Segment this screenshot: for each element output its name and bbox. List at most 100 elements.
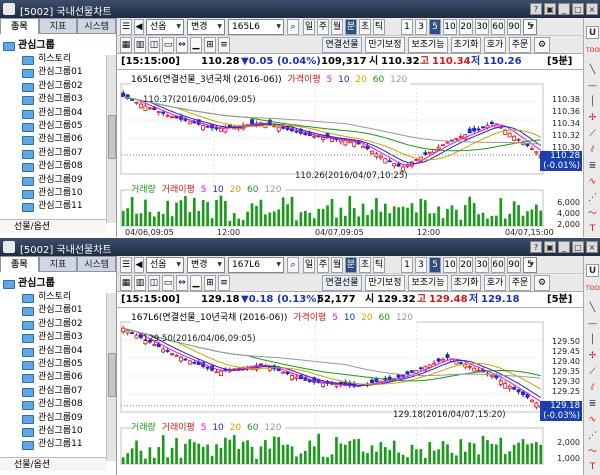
- tree-item[interactable]: 관심그룹01: [0, 304, 116, 317]
- fan-icon[interactable]: ⋰: [586, 192, 599, 205]
- tab-system[interactable]: 시스템: [77, 18, 116, 34]
- line-icon[interactable]: ╲: [586, 302, 599, 315]
- search-icon[interactable]: ⌕: [287, 257, 299, 273]
- market-select[interactable]: 선옵: [146, 257, 184, 273]
- interval-10[interactable]: 10: [443, 257, 457, 273]
- bar-chart-icon[interactable]: ▁: [190, 275, 202, 291]
- scrollbar-thumb[interactable]: [108, 115, 116, 159]
- mini-icon[interactable]: ⊞: [204, 37, 216, 53]
- grid-icon[interactable]: ▦: [120, 37, 132, 53]
- period-minute[interactable]: 분: [345, 19, 357, 35]
- list-icon[interactable]: ☰: [120, 257, 132, 273]
- wave-icon[interactable]: ∿: [586, 176, 599, 189]
- u-icon[interactable]: U: [586, 26, 599, 39]
- menu-icon[interactable]: ≡: [218, 37, 230, 53]
- pin-icon[interactable]: ▣: [544, 241, 556, 253]
- tree-item[interactable]: 관심그룹11: [0, 200, 116, 213]
- tree-item[interactable]: 관심그룹04: [0, 107, 116, 120]
- expand-icon[interactable]: ⇔: [176, 275, 188, 291]
- bar-chart-icon[interactable]: ▁: [190, 37, 202, 53]
- interval-60[interactable]: 60: [491, 19, 505, 35]
- order-button[interactable]: 주문: [509, 37, 531, 53]
- fan-icon[interactable]: ⋰: [586, 430, 599, 443]
- chart-area[interactable]: 167L6(연결선물_10년국채 (2016-06)) 가격이평 5 10 20…: [117, 308, 583, 475]
- help-icon[interactable]: ?: [530, 3, 542, 15]
- tree-item[interactable]: 관심그룹06: [0, 371, 116, 384]
- shrink-icon[interactable]: ▭: [162, 275, 174, 291]
- sidebar-scrollbar[interactable]: [106, 293, 116, 461]
- period-second[interactable]: 초: [359, 257, 371, 273]
- prev-icon[interactable]: ◀: [134, 257, 144, 273]
- tree-item[interactable]: 관심그룹07: [0, 147, 116, 160]
- help-icon[interactable]: ?: [530, 241, 542, 253]
- interval-3[interactable]: 3: [415, 19, 427, 35]
- tree-item[interactable]: 관심그룹05: [0, 358, 116, 371]
- period-minute[interactable]: 분: [345, 257, 357, 273]
- tree-item[interactable]: 관심그룹03: [0, 331, 116, 344]
- market-select[interactable]: 선옵: [146, 19, 184, 35]
- interval-3[interactable]: 3: [415, 257, 427, 273]
- aux-function-button[interactable]: 보조기능: [408, 37, 448, 53]
- vline-icon[interactable]: │: [586, 96, 599, 109]
- tree-item[interactable]: 관심그룹11: [0, 438, 116, 451]
- period-day[interactable]: 일: [303, 257, 315, 273]
- tree-item[interactable]: 관심그룹05: [0, 120, 116, 133]
- wave-icon[interactable]: ∿: [586, 414, 599, 427]
- period-tick[interactable]: 틱: [373, 257, 385, 273]
- interval-input[interactable]: 5: [523, 19, 537, 35]
- interval-30[interactable]: 30: [475, 19, 489, 35]
- tab-indicator[interactable]: 지표: [38, 256, 78, 272]
- scrollbar-thumb[interactable]: [108, 353, 116, 397]
- interval-20[interactable]: 20: [459, 19, 473, 35]
- close-icon[interactable]: ×: [586, 241, 598, 253]
- quote-button[interactable]: 호가: [484, 275, 506, 291]
- wave-icon-2[interactable]: 〜: [586, 208, 599, 221]
- tree-item[interactable]: 관심그룹01: [0, 66, 116, 79]
- prev-icon[interactable]: ◀: [134, 19, 144, 35]
- interval-90[interactable]: 90: [507, 257, 521, 273]
- tree-item[interactable]: 관심그룹06: [0, 133, 116, 146]
- close-icon[interactable]: ×: [586, 3, 598, 15]
- tree-item[interactable]: 관심그룹10: [0, 425, 116, 438]
- hline-icon[interactable]: —: [586, 318, 599, 331]
- diag-icon[interactable]: ⟋: [586, 366, 599, 379]
- minimize-icon[interactable]: _: [558, 241, 570, 253]
- change-select[interactable]: 변경: [187, 257, 225, 273]
- interval-1[interactable]: 1: [401, 257, 413, 273]
- text-icon[interactable]: T: [586, 223, 599, 236]
- diag-icon[interactable]: ⟋: [586, 128, 599, 141]
- settings-icon[interactable]: ⚙: [534, 275, 550, 291]
- period-day[interactable]: 일: [303, 19, 315, 35]
- fib-icon[interactable]: ≣: [586, 398, 599, 411]
- bars-icon[interactable]: ▥: [134, 275, 146, 291]
- quote-button[interactable]: 호가: [484, 37, 506, 53]
- tab-indicator[interactable]: 지표: [38, 18, 78, 34]
- maximize-icon[interactable]: □: [572, 3, 584, 15]
- tab-stock[interactable]: 종목: [0, 18, 39, 34]
- tree-item[interactable]: 관심그룹04: [0, 345, 116, 358]
- code-input[interactable]: 165L6: [228, 19, 284, 35]
- line-icon[interactable]: ╲: [586, 64, 599, 77]
- search-icon[interactable]: ⌕: [287, 19, 299, 35]
- wave-icon-2[interactable]: 〜: [586, 446, 599, 459]
- bars-icon[interactable]: ▥: [134, 37, 146, 53]
- chart-area[interactable]: 165L6(연결선물_3년국채 (2016-06)) 가격이평 5 10 20 …: [117, 70, 583, 237]
- tree-item[interactable]: 관심그룹09: [0, 412, 116, 425]
- interval-30[interactable]: 30: [475, 257, 489, 273]
- change-select[interactable]: 변경: [187, 19, 225, 35]
- list-icon[interactable]: ☰: [120, 19, 132, 35]
- period-month[interactable]: 월: [331, 19, 343, 35]
- channel-icon[interactable]: ⫽: [586, 382, 599, 395]
- tree-item[interactable]: 히스토리: [0, 53, 116, 66]
- continuous-futures-button[interactable]: 연결선물: [322, 275, 362, 291]
- minimize-icon[interactable]: _: [558, 3, 570, 15]
- continuous-futures-button[interactable]: 연결선물: [322, 37, 362, 53]
- interval-5[interactable]: 5: [429, 257, 441, 273]
- sidebar-scrollbar[interactable]: [106, 55, 116, 223]
- order-button[interactable]: 주문: [509, 275, 531, 291]
- tree-item[interactable]: 관심그룹02: [0, 318, 116, 331]
- channel-icon[interactable]: ⫽: [586, 144, 599, 157]
- menu-icon[interactable]: ≡: [218, 275, 230, 291]
- tree-item-futures-options[interactable]: 선물/옵션: [0, 457, 106, 471]
- settings-icon[interactable]: ⚙: [534, 37, 550, 53]
